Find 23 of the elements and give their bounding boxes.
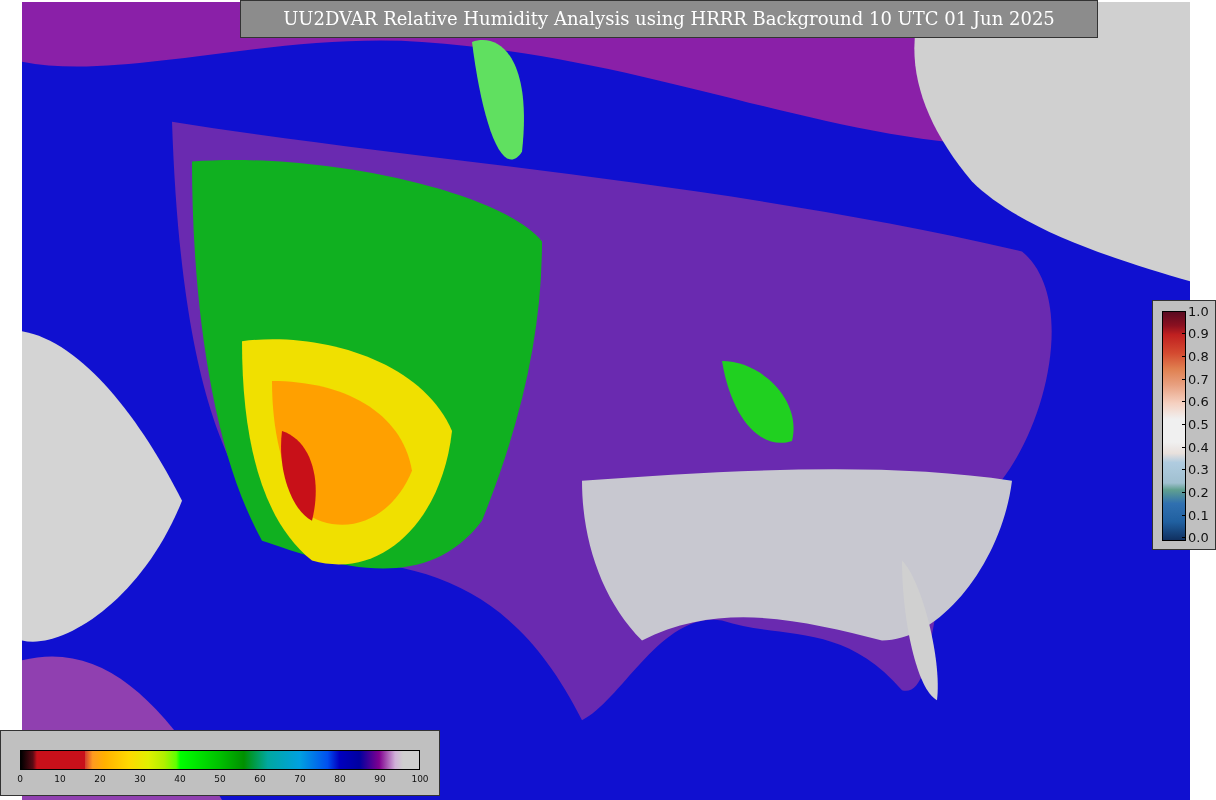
tick-label: 0.3 xyxy=(1188,462,1209,478)
tick-label: 100 xyxy=(410,774,430,784)
map-title: UU2DVAR Relative Humidity Analysis using HRRR Background 10 UTC 01 Jun 2025 xyxy=(240,0,1098,38)
tick-label: 0.4 xyxy=(1188,439,1209,455)
tick-label: 60 xyxy=(253,774,267,784)
tick-label: 90 xyxy=(373,774,387,784)
tick-label: 50 xyxy=(213,774,227,784)
tick-label: 0.8 xyxy=(1188,349,1209,365)
tick-label: 0.5 xyxy=(1188,417,1209,432)
tick-label: 70 xyxy=(293,774,307,784)
tick-label: 20 xyxy=(93,774,107,784)
tick-label: 10 xyxy=(53,774,67,784)
tick-label: 0.1 xyxy=(1188,507,1209,523)
tick-label: 30 xyxy=(133,774,147,784)
tick-label: 0 xyxy=(16,774,24,784)
tick-label: 0.9 xyxy=(1188,326,1209,342)
tick-label: 0.7 xyxy=(1188,371,1209,387)
tick-label: 0.2 xyxy=(1188,484,1209,500)
tick-label: 0.0 xyxy=(1188,530,1209,546)
tick-label: 1.0 xyxy=(1188,303,1209,319)
tick-label: 80 xyxy=(333,774,347,784)
tick-label: 40 xyxy=(173,774,187,784)
tick-label: 0.6 xyxy=(1188,394,1209,410)
